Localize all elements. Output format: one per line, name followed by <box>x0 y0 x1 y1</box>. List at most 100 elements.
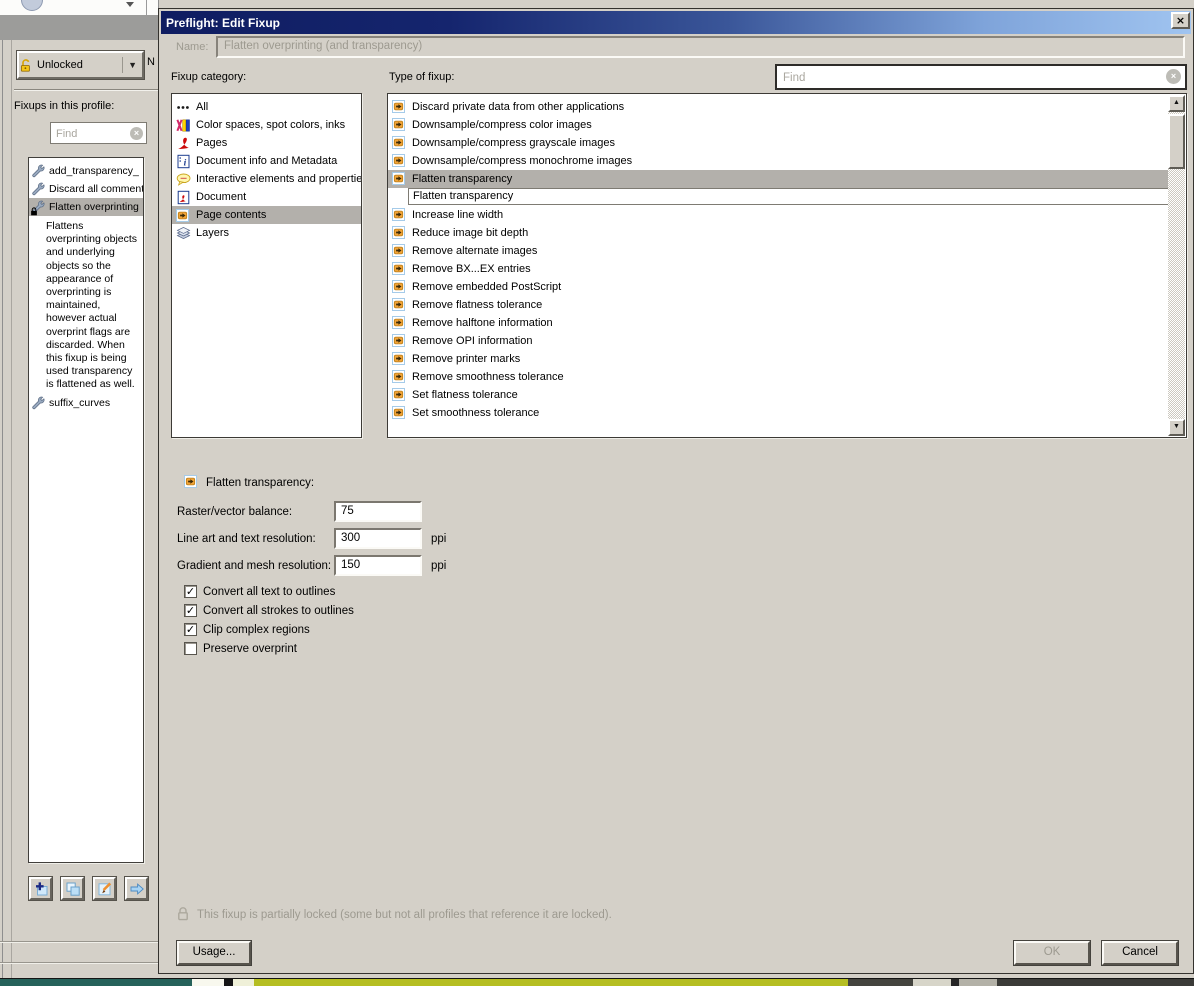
fixup-type-row[interactable]: Set flatness tolerance <box>388 386 1169 404</box>
fixup-type-row[interactable]: Reduce image bit depth <box>388 224 1169 242</box>
clip-complex-checkbox[interactable]: ✓ <box>184 623 197 636</box>
fixup-type-row[interactable]: Downsample/compress grayscale images <box>388 134 1169 152</box>
fixup-type-row[interactable]: Remove smoothness tolerance <box>388 368 1169 386</box>
dialog-titlebar[interactable]: Preflight: Edit Fixup <box>161 11 1191 34</box>
raster-vector-label: Raster/vector balance: <box>177 506 293 518</box>
type-find-box[interactable]: × <box>775 64 1187 90</box>
clip-complex-label[interactable]: Clip complex regions <box>203 624 310 636</box>
wrench-icon <box>31 396 45 410</box>
preserve-overprint-label[interactable]: Preserve overprint <box>203 643 297 655</box>
add-icon <box>33 881 49 897</box>
clear-search-icon[interactable]: × <box>130 127 143 140</box>
type-of-fixup-label: Type of fixup: <box>389 71 455 83</box>
fixup-type-label: Remove printer marks <box>412 353 521 365</box>
scroll-up-button[interactable]: ▲ <box>1168 95 1185 112</box>
fixup-type-row[interactable]: Remove embedded PostScript <box>388 278 1169 296</box>
category-row-selected[interactable]: Page contents <box>172 206 361 224</box>
fixup-type-row[interactable]: Downsample/compress color images <box>388 116 1169 134</box>
duplicate-fixup-button[interactable] <box>60 876 85 901</box>
edit-fixup-button[interactable] <box>92 876 117 901</box>
line-art-resolution-field[interactable] <box>334 528 422 549</box>
convert-strokes-label[interactable]: Convert all strokes to outlines <box>203 605 354 617</box>
fixup-type-row[interactable]: Remove halftone information <box>388 314 1169 332</box>
category-row[interactable]: Color spaces, spot colors, inks <box>172 116 361 134</box>
fixup-type-row-selected[interactable]: Flatten transparency <box>388 170 1169 188</box>
fixup-icon <box>184 475 197 488</box>
fixup-icon <box>392 334 405 347</box>
category-row[interactable]: Document <box>172 188 361 206</box>
background-header-bar <box>0 15 158 41</box>
color-spaces-icon <box>176 118 191 133</box>
fixup-name: suffix_curves <box>49 396 111 409</box>
fixup-type-label: Downsample/compress grayscale images <box>412 137 615 149</box>
duplicate-icon <box>65 881 81 897</box>
fixup-name: Flatten overprinting <box>49 201 139 213</box>
category-label: Page contents <box>196 209 267 221</box>
profile-find-box[interactable]: × <box>50 122 147 144</box>
pages-icon <box>176 136 191 151</box>
preserve-overprint-checkbox[interactable] <box>184 642 197 655</box>
category-label: Pages <box>196 137 228 149</box>
scroll-down-button[interactable]: ▼ <box>1168 419 1185 436</box>
convert-text-label[interactable]: Convert all text to outlines <box>203 586 335 598</box>
fixup-type-label: Discard private data from other applicat… <box>412 101 625 113</box>
document-edge-strip <box>0 978 1194 986</box>
usage-button[interactable]: Usage... <box>176 940 252 966</box>
fixup-type-row[interactable]: Increase line width <box>388 206 1169 224</box>
fixup-type-row[interactable]: Remove flatness tolerance <box>388 296 1169 314</box>
ppi-unit: ppi <box>431 533 447 545</box>
edge-segment <box>848 979 913 986</box>
profile-find-input[interactable] <box>54 125 130 143</box>
list-item-selected[interactable]: Flatten overprinting <box>29 198 143 216</box>
cancel-button[interactable]: Cancel <box>1101 940 1179 966</box>
clipped-name-label: N <box>147 56 155 68</box>
fixup-type-row[interactable]: Remove OPI information <box>388 332 1169 350</box>
fixup-type-row[interactable]: Remove printer marks <box>388 350 1169 368</box>
category-row[interactable]: Interactive elements and propertie <box>172 170 361 188</box>
type-find-input[interactable] <box>781 69 1155 87</box>
category-row[interactable]: Pages <box>172 134 361 152</box>
type-of-fixup-list: Discard private data from other applicat… <box>387 93 1187 438</box>
category-row[interactable]: All <box>172 98 361 116</box>
fixup-type-label: Remove OPI information <box>412 335 533 347</box>
convert-strokes-checkbox[interactable]: ✓ <box>184 604 197 617</box>
fixup-type-row[interactable]: Set smoothness tolerance <box>388 404 1169 422</box>
ppi-unit: ppi <box>431 560 447 572</box>
partial-lock-icon <box>177 906 189 921</box>
category-row[interactable]: Layers <box>172 224 361 242</box>
fixup-type-rename-row[interactable]: Flatten transparency <box>388 188 1169 206</box>
ok-button: OK <box>1013 940 1091 966</box>
gradient-resolution-input[interactable] <box>339 558 421 572</box>
list-item[interactable]: add_transparency_ <box>29 162 143 180</box>
screen: { "background_panel": { "lock_state_labe… <box>0 0 1194 986</box>
scrollbar[interactable]: ▲ ▼ <box>1168 95 1185 436</box>
convert-text-checkbox[interactable]: ✓ <box>184 585 197 598</box>
close-button[interactable]: × <box>1171 12 1190 29</box>
include-fixup-button[interactable] <box>124 876 149 901</box>
fixup-type-label: Remove BX...EX entries <box>412 263 531 275</box>
clear-search-icon[interactable]: × <box>1166 69 1181 84</box>
scrollbar-thumb[interactable] <box>1168 114 1185 169</box>
right-arrow-icon <box>129 881 145 897</box>
fixup-type-row[interactable]: Remove alternate images <box>388 242 1169 260</box>
chevron-down-icon <box>126 2 134 11</box>
lock-state-dropdown[interactable]: Unlocked ▼ <box>16 50 145 80</box>
rename-edit-box[interactable]: Flatten transparency <box>408 188 1169 205</box>
add-fixup-button[interactable] <box>28 876 53 901</box>
raster-vector-input[interactable] <box>339 504 421 518</box>
fixup-type-row[interactable]: Downsample/compress monochrome images <box>388 152 1169 170</box>
fixup-category-label: Fixup category: <box>171 71 247 83</box>
list-item[interactable]: Discard all comment <box>29 180 143 198</box>
list-item[interactable]: suffix_curves <box>29 394 143 412</box>
fixup-icon <box>392 352 405 365</box>
fixup-icon <box>392 316 405 329</box>
fixup-type-row[interactable]: Remove BX...EX entries <box>388 260 1169 278</box>
gradient-resolution-field[interactable] <box>334 555 422 576</box>
category-label: Document info and Metadata <box>196 155 338 167</box>
line-art-resolution-input[interactable] <box>339 531 421 545</box>
fixup-type-label: Set flatness tolerance <box>412 389 518 401</box>
fixup-type-row[interactable]: Discard private data from other applicat… <box>388 98 1169 116</box>
category-row[interactable]: Document info and Metadata <box>172 152 361 170</box>
edge-segment <box>224 979 233 986</box>
raster-vector-field[interactable] <box>334 501 422 522</box>
